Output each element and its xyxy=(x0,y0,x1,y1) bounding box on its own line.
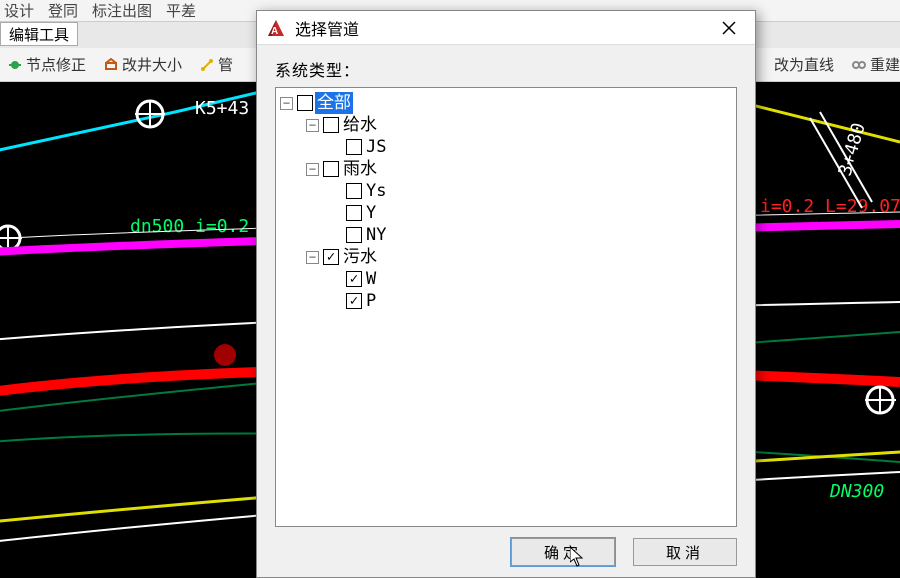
rebuild-icon xyxy=(852,58,866,72)
close-icon xyxy=(722,21,736,35)
ok-button-label: 确定 xyxy=(544,542,582,563)
checkbox[interactable] xyxy=(323,249,339,265)
rebuild-label: 重建 xyxy=(870,54,900,75)
tree-label[interactable]: JS xyxy=(364,136,388,158)
svg-text:A: A xyxy=(271,26,278,37)
tree-label[interactable]: Ys xyxy=(364,180,388,202)
tree-label[interactable]: 全部 xyxy=(315,92,353,114)
ok-button[interactable]: 确定 xyxy=(511,538,615,566)
tree-node-y[interactable]: Y xyxy=(280,202,732,224)
system-type-label: 系统类型： xyxy=(275,57,737,81)
dialog-titlebar[interactable]: A 选择管道 xyxy=(257,11,755,45)
close-button[interactable] xyxy=(709,14,749,42)
checkbox[interactable] xyxy=(297,95,313,111)
tree-node-sewage[interactable]: − 污水 xyxy=(280,246,732,268)
tree-node-ny[interactable]: NY xyxy=(280,224,732,246)
cad-top-label: K5+43 xyxy=(195,98,249,119)
cad-left-label: dn500 i=0.2 xyxy=(130,216,249,237)
node-fix-label: 节点修正 xyxy=(26,54,86,75)
tree-label[interactable]: 污水 xyxy=(341,246,379,268)
expand-toggle[interactable]: − xyxy=(280,97,293,110)
checkbox[interactable] xyxy=(346,293,362,309)
resize-well-button[interactable]: 改井大小 xyxy=(104,54,182,75)
resize-well-icon xyxy=(104,58,118,72)
app-icon: A xyxy=(265,17,287,39)
tree-node-ys[interactable]: Ys xyxy=(280,180,732,202)
rebuild-button[interactable]: 重建 xyxy=(852,54,900,75)
cancel-button[interactable]: 取消 xyxy=(633,538,737,566)
resize-well-label: 改井大小 xyxy=(122,54,182,75)
menu-item[interactable]: 标注出图 xyxy=(92,0,152,21)
to-line-button[interactable]: 改为直线 xyxy=(774,54,834,75)
cancel-button-label: 取消 xyxy=(666,542,704,563)
panel-title: 编辑工具 xyxy=(0,22,78,46)
menu-item[interactable]: 平差 xyxy=(166,0,196,21)
tree-label[interactable]: Y xyxy=(364,202,378,224)
tree-label[interactable]: 给水 xyxy=(341,114,379,136)
checkbox[interactable] xyxy=(346,139,362,155)
menu-item[interactable]: 设计 xyxy=(4,0,34,21)
dialog-button-row: 确定 取消 xyxy=(257,533,755,577)
dialog-title: 选择管道 xyxy=(295,16,709,40)
expand-toggle[interactable]: − xyxy=(306,163,319,176)
panel-title-text: 编辑工具 xyxy=(9,24,69,45)
expand-toggle[interactable]: − xyxy=(306,251,319,264)
tree-node-js[interactable]: JS xyxy=(280,136,732,158)
node-fix-icon xyxy=(8,58,22,72)
tree-node-w[interactable]: W xyxy=(280,268,732,290)
pipe-tool-button[interactable]: 管 xyxy=(200,54,233,75)
tree-label[interactable]: 雨水 xyxy=(341,158,379,180)
checkbox[interactable] xyxy=(346,183,362,199)
checkbox[interactable] xyxy=(323,117,339,133)
checkbox[interactable] xyxy=(346,205,362,221)
cad-right-label: i=0.2 L=29.07 xyxy=(760,196,900,217)
menu-item[interactable]: 登同 xyxy=(48,0,78,21)
cad-dn-label: DN300 xyxy=(829,481,884,502)
to-line-label: 改为直线 xyxy=(774,54,834,75)
checkbox[interactable] xyxy=(346,227,362,243)
node-fix-button[interactable]: 节点修正 xyxy=(8,54,86,75)
tree-node-rain[interactable]: − 雨水 xyxy=(280,158,732,180)
tree-node-all[interactable]: − 全部 xyxy=(280,92,732,114)
checkbox[interactable] xyxy=(346,271,362,287)
tree-node-water-supply[interactable]: − 给水 xyxy=(280,114,732,136)
tree-label[interactable]: NY xyxy=(364,224,388,246)
pipe-tool-icon xyxy=(200,58,214,72)
checkbox[interactable] xyxy=(323,161,339,177)
dialog-body: 系统类型： − 全部 − 给水 JS − xyxy=(257,45,755,533)
expand-toggle[interactable]: − xyxy=(306,119,319,132)
tree-node-p[interactable]: P xyxy=(280,290,732,312)
pipe-tool-label: 管 xyxy=(218,54,233,75)
tree-label[interactable]: P xyxy=(364,290,378,312)
tree-label[interactable]: W xyxy=(364,268,378,290)
select-pipe-dialog: A 选择管道 系统类型： − 全部 − 给水 xyxy=(256,10,756,578)
system-type-tree[interactable]: − 全部 − 给水 JS − 雨水 xyxy=(275,87,737,527)
